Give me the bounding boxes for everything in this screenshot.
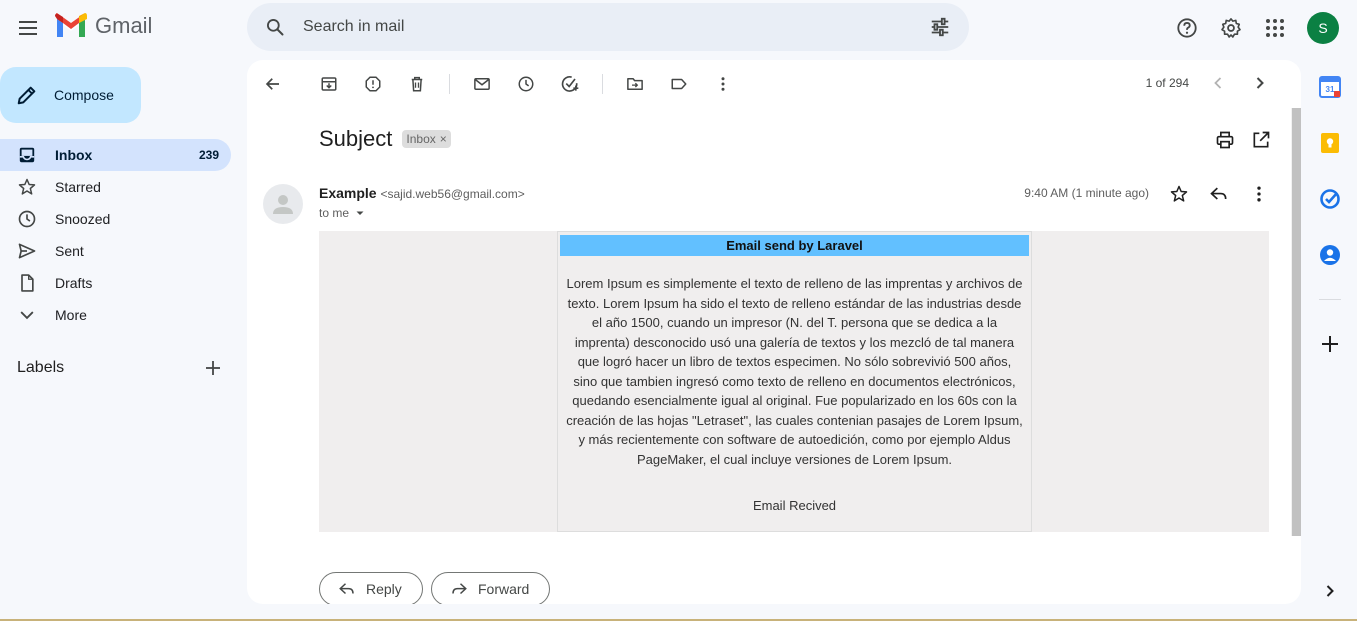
- svg-text:31: 31: [1326, 85, 1335, 94]
- star-icon: [17, 177, 37, 197]
- reply-button[interactable]: Reply: [319, 572, 423, 604]
- label-tag-icon[interactable]: [661, 66, 697, 102]
- star-message-icon[interactable]: [1169, 184, 1189, 209]
- settings-gear-icon[interactable]: [1211, 8, 1251, 48]
- email-footer-text: Email Recived: [752, 498, 837, 513]
- print-icon[interactable]: [1215, 130, 1235, 155]
- subject-row: Subject Inbox ×: [319, 126, 451, 152]
- tasks-icon[interactable]: [1317, 186, 1343, 212]
- search-input[interactable]: [303, 18, 911, 36]
- sender-email: <sajid.web56@gmail.com>: [380, 187, 525, 201]
- calendar-icon[interactable]: 31: [1317, 74, 1343, 100]
- email-paragraph: Lorem Ipsum es simplemente el texto de r…: [566, 276, 1023, 467]
- scrollbar-thumb[interactable]: [1292, 108, 1301, 536]
- gmail-logo[interactable]: Gmail: [55, 13, 152, 39]
- toolbar-divider: [602, 74, 603, 94]
- help-icon[interactable]: [1167, 8, 1207, 48]
- chevron-right-icon[interactable]: [1243, 66, 1277, 105]
- pencil-icon: [17, 86, 36, 105]
- person-icon: [273, 195, 293, 214]
- labels-title: Labels: [17, 359, 65, 376]
- sidebar-item-label: Drafts: [55, 275, 93, 291]
- search-bar[interactable]: [247, 3, 969, 51]
- message-toolbar: [247, 60, 1301, 108]
- apps-grid-icon[interactable]: [1255, 8, 1295, 48]
- recipients-line[interactable]: to me: [319, 206, 367, 220]
- reply-label: Reply: [366, 581, 402, 597]
- report-spam-icon[interactable]: [355, 66, 391, 102]
- sidebar-item-label: Snoozed: [55, 211, 111, 227]
- forward-label: Forward: [478, 581, 530, 597]
- more-options-icon[interactable]: [705, 66, 741, 102]
- search-icon[interactable]: [247, 17, 303, 37]
- chevron-down-icon: [17, 305, 37, 325]
- open-in-new-window-icon[interactable]: [1251, 130, 1271, 155]
- remove-label-icon[interactable]: ×: [440, 132, 447, 146]
- sidebar-item-starred[interactable]: Starred: [0, 171, 231, 203]
- keep-notes-icon[interactable]: [1317, 130, 1343, 156]
- inbox-unread-count: 239: [198, 148, 219, 162]
- contacts-icon[interactable]: [1317, 242, 1343, 268]
- message-scrollbar[interactable]: [1291, 108, 1301, 536]
- forward-icon: [452, 583, 467, 595]
- inbox-label-badge[interactable]: Inbox ×: [402, 130, 451, 148]
- add-label-icon[interactable]: [201, 356, 225, 380]
- forward-button[interactable]: Forward: [431, 572, 551, 604]
- recipients-text: to me: [319, 206, 350, 220]
- sidebar-item-sent[interactable]: Sent: [0, 235, 231, 267]
- inbox-icon: [17, 145, 37, 165]
- delete-trash-icon[interactable]: [399, 66, 435, 102]
- show-side-panel-chevron-icon[interactable]: [1317, 578, 1343, 604]
- gmail-m-icon: [55, 13, 87, 37]
- archive-icon[interactable]: [311, 66, 347, 102]
- side-panel-rail: 31: [1304, 56, 1357, 621]
- message-subject: Subject: [319, 126, 393, 151]
- sidebar-item-label: Starred: [55, 179, 101, 195]
- sender-line: Example <sajid.web56@gmail.com>: [319, 185, 525, 201]
- email-heading: Email send by Laravel: [560, 235, 1029, 256]
- sender-avatar[interactable]: [263, 184, 303, 224]
- sidebar-item-drafts[interactable]: Drafts: [0, 267, 231, 299]
- search-options-icon[interactable]: [911, 16, 969, 38]
- clock-icon: [17, 209, 37, 229]
- chevron-left-icon[interactable]: [1201, 66, 1235, 105]
- top-right-actions: S: [1163, 8, 1357, 48]
- sidebar-item-snoozed[interactable]: Snoozed: [0, 203, 231, 235]
- draft-icon: [17, 273, 37, 293]
- email-body: Email send by Laravel Lorem Ipsum es sim…: [319, 231, 1269, 532]
- compose-label: Compose: [54, 87, 114, 103]
- back-arrow-icon[interactable]: [255, 66, 291, 102]
- reply-arrow-icon[interactable]: [1209, 184, 1229, 209]
- sidebar-item-inbox[interactable]: Inbox 239: [0, 139, 231, 171]
- snooze-clock-icon[interactable]: [508, 66, 544, 102]
- account-avatar[interactable]: S: [1307, 12, 1339, 44]
- message-more-icon[interactable]: [1249, 184, 1269, 209]
- sidebar-item-label: Inbox: [55, 147, 93, 163]
- sidebar-item-label: Sent: [55, 243, 84, 259]
- top-bar: Gmail S: [0, 0, 1357, 56]
- mark-unread-icon[interactable]: [464, 66, 500, 102]
- email-card: Email send by Laravel Lorem Ipsum es sim…: [557, 231, 1032, 532]
- message-view: 1 of 294 Subject Inbox × Example <sajid.…: [247, 60, 1301, 604]
- caret-down-icon[interactable]: [353, 206, 367, 220]
- app-name: Gmail: [95, 13, 153, 38]
- reply-icon: [339, 583, 354, 595]
- get-addons-plus-icon[interactable]: [1317, 331, 1343, 357]
- badge-label: Inbox: [406, 132, 436, 146]
- labels-section-header: Labels: [17, 356, 231, 380]
- sidebar-nav: Inbox 239 Starred Snoozed Sent Drafts Mo…: [0, 139, 231, 331]
- compose-button[interactable]: Compose: [0, 67, 141, 123]
- send-icon: [17, 241, 37, 261]
- sidebar-item-more[interactable]: More: [0, 299, 231, 331]
- pagination-text: 1 of 294: [1145, 76, 1189, 90]
- toolbar-divider: [449, 74, 450, 94]
- sidebar-item-label: More: [55, 307, 87, 323]
- main-menu-icon[interactable]: [14, 14, 42, 42]
- sender-name[interactable]: Example: [319, 185, 377, 201]
- rail-divider: [1319, 299, 1341, 300]
- move-to-folder-icon[interactable]: [617, 66, 653, 102]
- add-to-tasks-icon[interactable]: [552, 66, 588, 102]
- message-timestamp: 9:40 AM (1 minute ago): [1024, 186, 1149, 200]
